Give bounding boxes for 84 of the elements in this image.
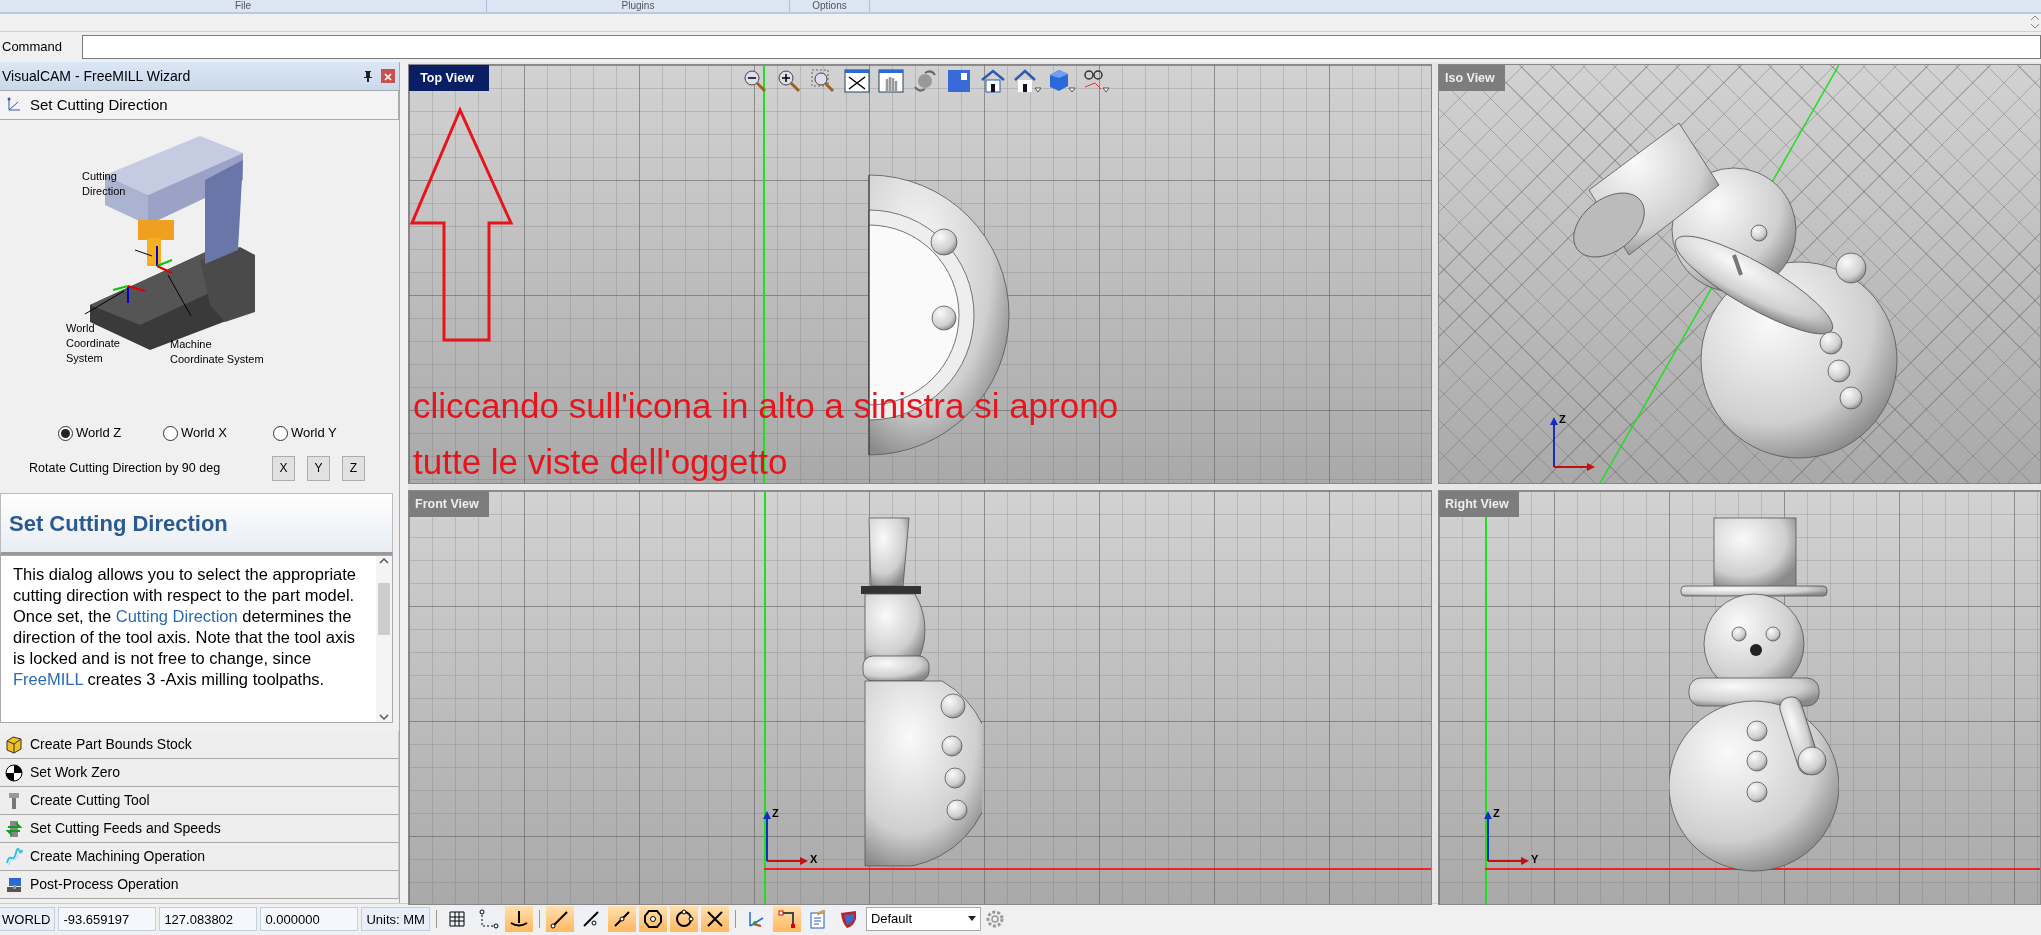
wizard-step[interactable]: Post-Process Operation [0, 871, 399, 899]
viewport[interactable]: Front View Z X [408, 490, 1432, 905]
wizard-step[interactable]: Set Work Zero [0, 759, 399, 787]
axes-icon[interactable] [741, 905, 770, 932]
scroll-up-icon[interactable] [378, 556, 390, 566]
wizard-step[interactable]: Create Machining Operation [0, 843, 399, 871]
panel-title: VisualCAM - FreeMILL Wizard [2, 66, 191, 86]
dotted-corner-icon[interactable] [473, 905, 502, 932]
line-end-icon[interactable] [545, 905, 574, 932]
line-point-icon[interactable] [576, 905, 605, 932]
viewport[interactable]: Right View Z Y [1438, 490, 2041, 905]
shield-icon[interactable] [834, 905, 863, 932]
cutting-direction-label: Cutting Direction [82, 170, 126, 197]
axis-triad-icon [762, 809, 808, 865]
scroll-down-icon[interactable] [378, 712, 390, 722]
line-midpoint-icon[interactable] [607, 905, 636, 932]
menu-item[interactable]: Plugins [487, 0, 790, 12]
coordinate-system: WORLD [0, 906, 56, 931]
zoom-out-icon[interactable] [741, 67, 769, 95]
viewport-tab[interactable]: Front View [409, 491, 489, 517]
machine-coordinate-label: Machine Coordinate System [170, 338, 264, 365]
rotate-label: Rotate Cutting Direction by 90 deg [29, 459, 222, 477]
wizard-step[interactable]: Set Cutting Feeds and Speeds [0, 815, 399, 843]
axis-label: Z [1493, 806, 1500, 821]
coordinate-field: 127.083802 [159, 906, 258, 931]
direction-radio[interactable]: World Z [58, 423, 163, 443]
cube-icon [4, 734, 24, 755]
axis-label: X [810, 852, 818, 867]
direction-radio[interactable]: World Y [273, 423, 378, 443]
scrollbar-thumb[interactable] [378, 583, 390, 635]
command-label: Command [2, 38, 63, 57]
quadrant-circle-icon [4, 762, 24, 783]
close-button[interactable] [381, 69, 395, 83]
circle-points-icon[interactable] [669, 905, 698, 932]
single-view-icon[interactable] [945, 67, 973, 95]
axis-label: Z [1559, 412, 1566, 427]
help-link[interactable]: Cutting Direction [115, 607, 238, 625]
command-field[interactable] [82, 35, 2041, 59]
units-label: Units: MM [361, 906, 430, 931]
toolpath-icon [4, 846, 24, 867]
help-title: Set Cutting Direction [0, 493, 393, 555]
axis-triad-icon [1483, 809, 1529, 865]
zoom-in-icon[interactable] [775, 67, 803, 95]
axes-icon [6, 97, 22, 113]
coordinate-field: -93.659197 [58, 906, 157, 931]
scrollbar[interactable] [376, 556, 392, 722]
world-coordinate-label: World Coordinate System [66, 322, 120, 364]
cube-dropdown-icon[interactable] [1047, 67, 1075, 95]
grid-icon[interactable] [442, 905, 471, 932]
direction-radio[interactable]: World X [163, 423, 273, 443]
wizard-step[interactable]: Create Part Bounds Stock [0, 731, 399, 759]
corner-path-icon[interactable] [772, 905, 801, 932]
step-title: Set Cutting Direction [30, 94, 168, 115]
zoom-window-icon[interactable] [809, 67, 837, 95]
caret-icon [967, 916, 976, 921]
home-icon[interactable] [979, 67, 1007, 95]
viewport-tab[interactable]: Iso View [1439, 65, 1505, 91]
menu-item[interactable]: File [0, 0, 487, 12]
rotate-button[interactable]: Z [342, 455, 365, 481]
viewport-tab[interactable]: Top View [409, 65, 489, 91]
help-text: This dialog allows you to select the appropriate cutting direction with respect to the part model. Once set, the Cutting Direction determines the direction of the tool axis. Note that the tool axis is locked and is not free to change, since FreeMILL creates 3 -Axis milling toolpaths. [12, 564, 358, 690]
rotate-button[interactable]: Y [307, 455, 330, 481]
dropdown-value: Default [870, 909, 913, 928]
rotate-sphere-icon[interactable] [911, 67, 939, 95]
help-link[interactable]: FreeMILL [13, 670, 83, 688]
perpendicular-icon[interactable] [504, 905, 533, 932]
arrow-tool-icon [4, 818, 24, 839]
rotate-button[interactable]: X [272, 455, 295, 481]
pin-icon[interactable] [363, 70, 373, 82]
wizard-step[interactable]: Create Cutting Tool [0, 787, 399, 815]
menu-item[interactable]: Options [790, 0, 870, 12]
coordinate-field: 0.000000 [260, 906, 359, 931]
zoom-extents-icon[interactable] [843, 67, 871, 95]
cross-icon[interactable] [700, 905, 729, 932]
glasses-dropdown-icon[interactable] [1081, 67, 1109, 95]
viewport[interactable]: Iso View Z [1438, 64, 2041, 484]
clipboard-icon[interactable] [803, 905, 832, 932]
axis-label: Y [1531, 852, 1539, 867]
axis-label: Z [772, 806, 779, 821]
scroll-arrows-icon[interactable] [2029, 14, 2041, 30]
style-dropdown[interactable]: Default [865, 906, 981, 931]
axis-triad-icon [1549, 415, 1595, 471]
home-dropdown-icon[interactable] [1013, 67, 1041, 95]
viewport-tab[interactable]: Right View [1439, 491, 1519, 517]
